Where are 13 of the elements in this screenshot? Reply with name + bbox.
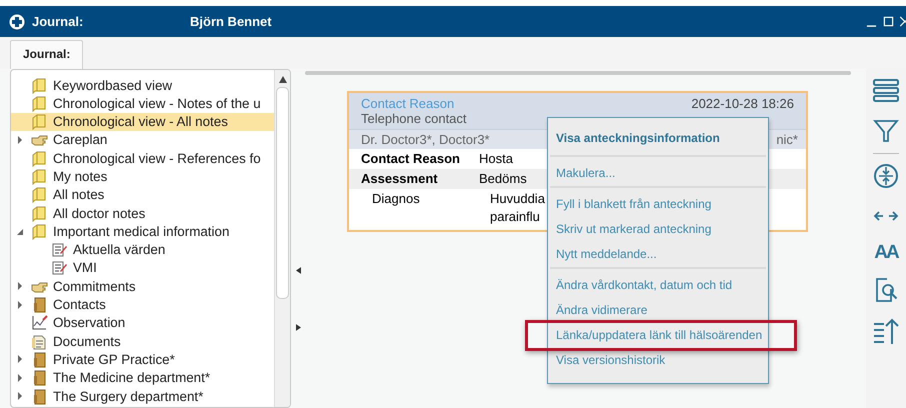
field-value: Huvuddia xyxy=(490,190,546,208)
field-label: Assessment xyxy=(361,170,439,188)
patient-name: Björn Bennet xyxy=(190,14,272,29)
field-label: Diagnos xyxy=(371,190,421,208)
field-value: Hosta xyxy=(479,150,514,168)
field-value: parainflu xyxy=(490,208,541,226)
care-unit: nic* xyxy=(776,132,798,147)
note-datetime: 2022-10-28 18:26 xyxy=(691,96,794,113)
field-value: Bedöms xyxy=(479,170,528,188)
field-label: Contact Reason xyxy=(361,150,461,168)
note-authors: Dr. Doctor3*, Doctor3* xyxy=(361,132,490,147)
window-title: Journal: xyxy=(32,14,84,29)
note-subtitle: Telephone contact xyxy=(361,111,467,126)
